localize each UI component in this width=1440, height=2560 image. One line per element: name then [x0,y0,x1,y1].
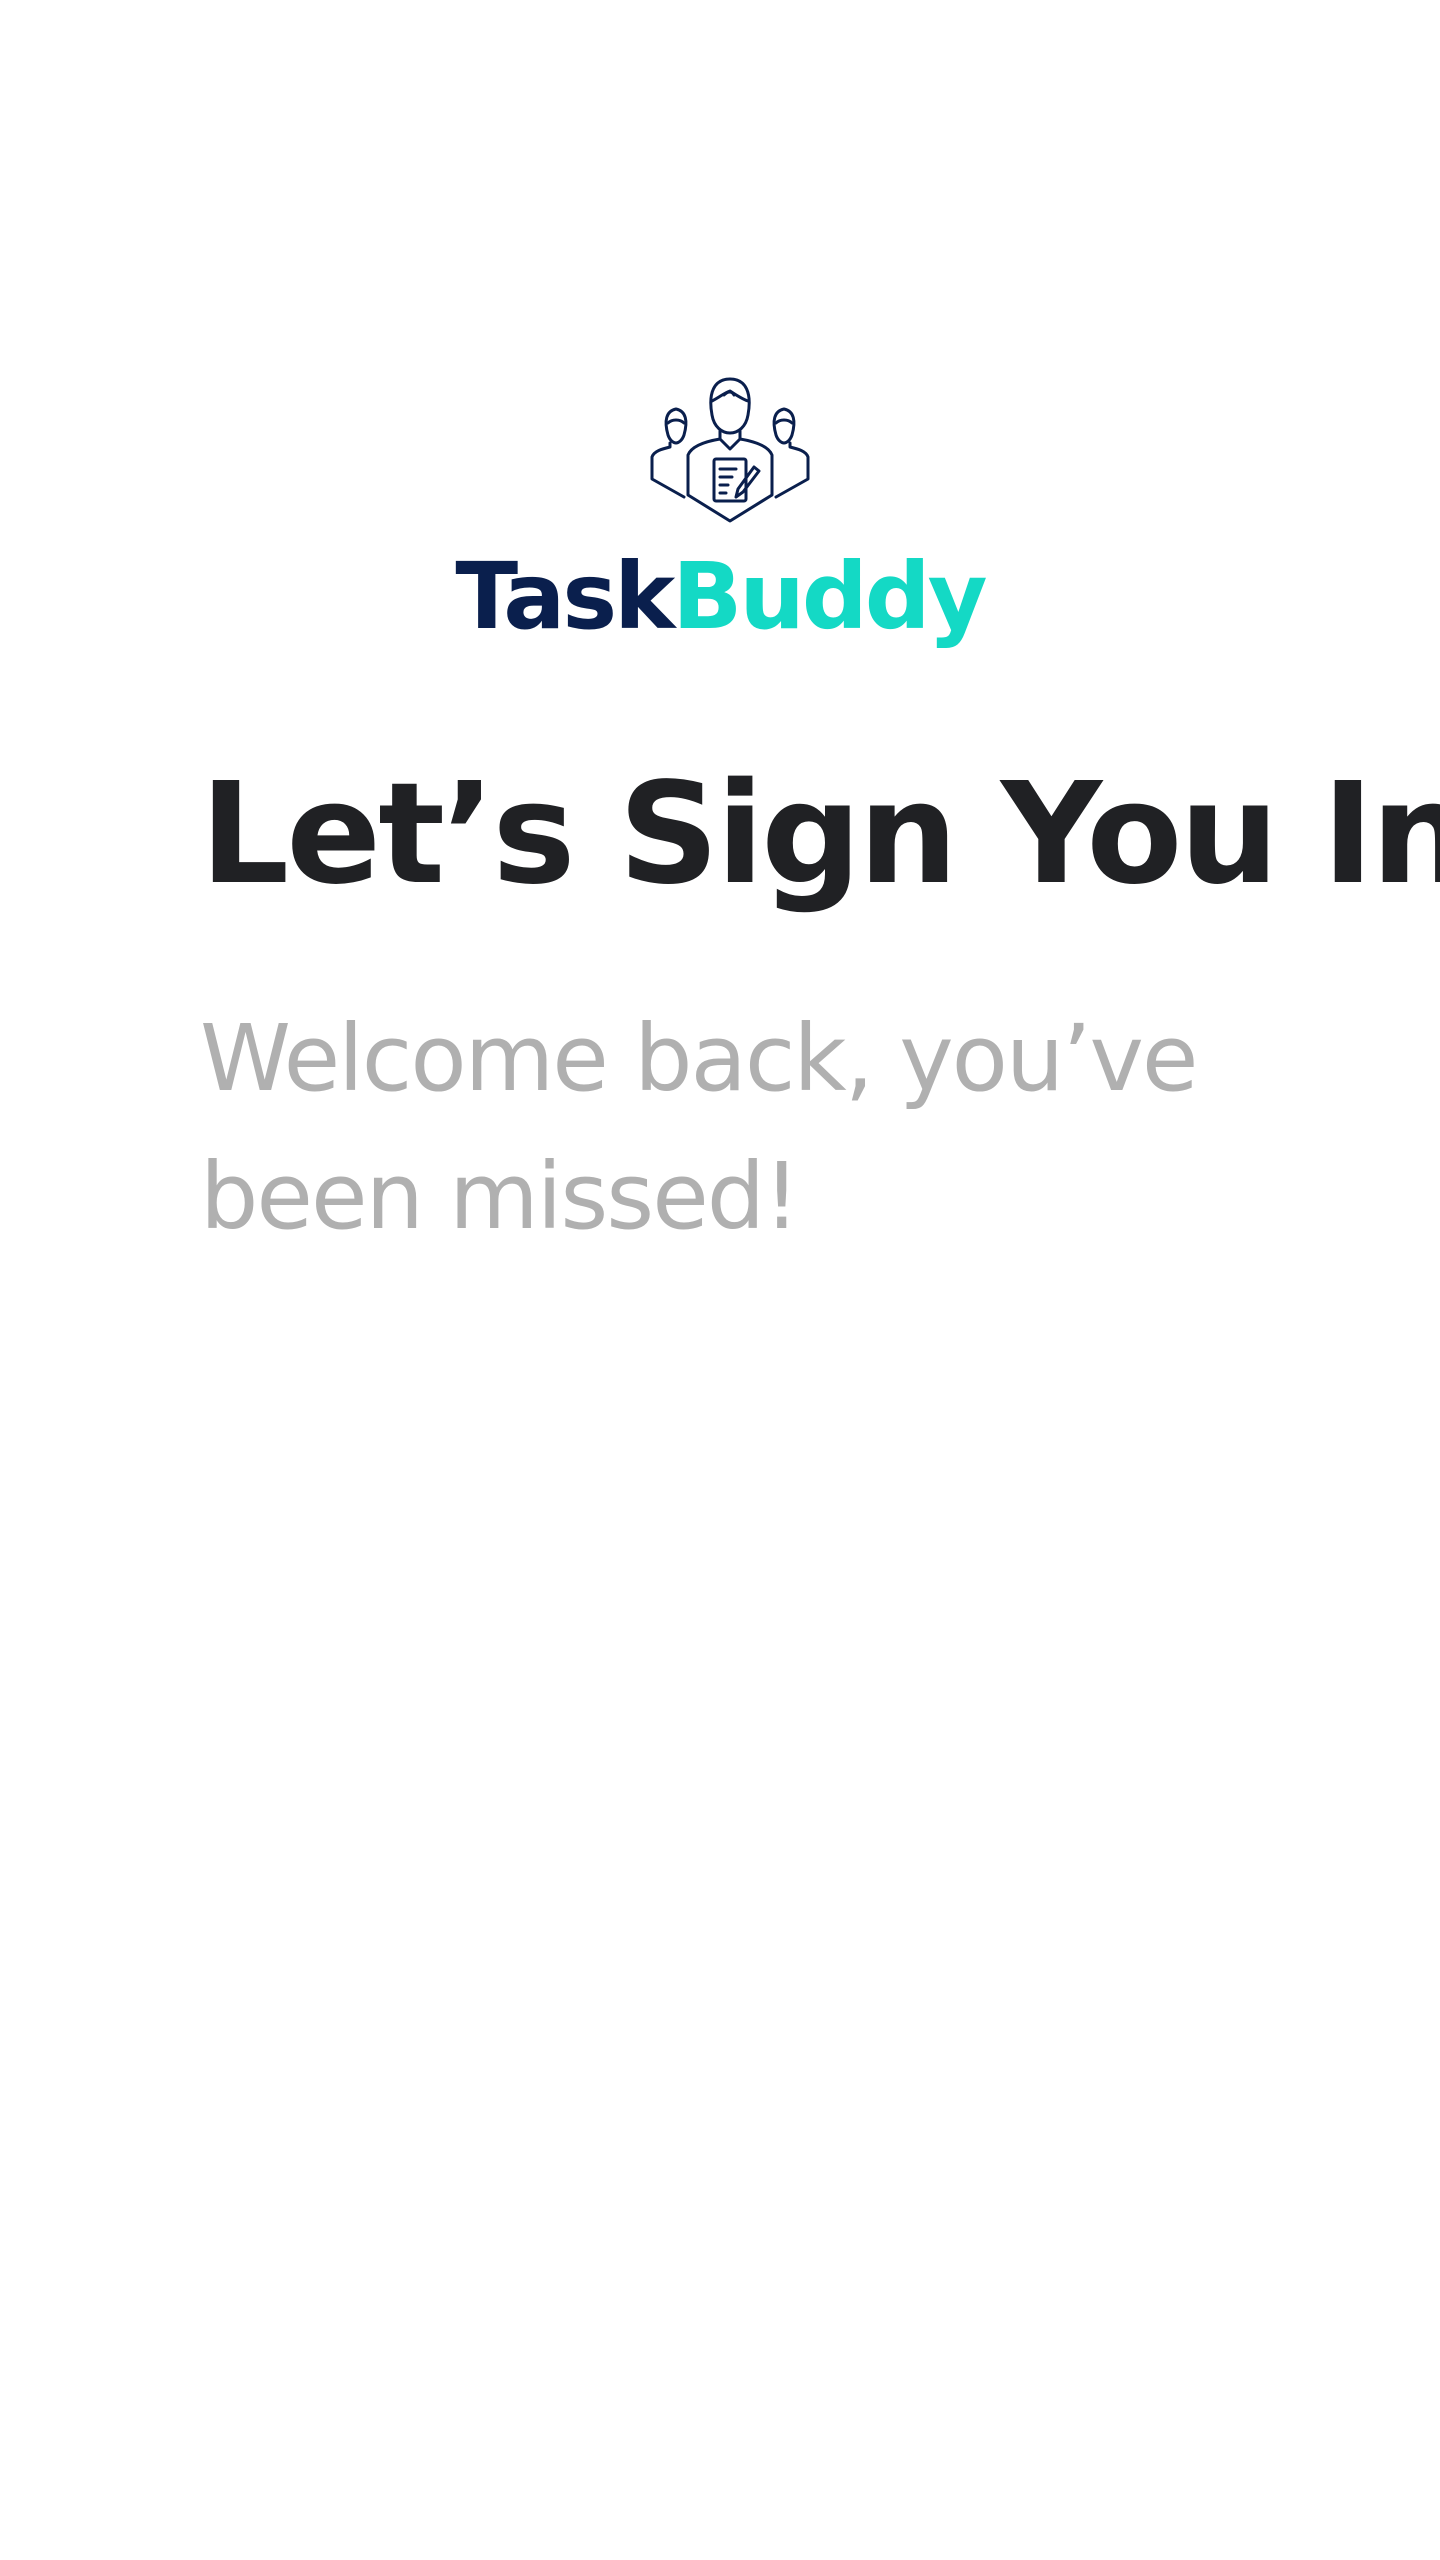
page-title: Let’s Sign You In [200,753,1440,916]
page-subtitle: Welcome back, you’ve been missed! [200,1005,1199,1250]
brand-name-buddy: Buddy [672,543,987,650]
brand-wordmark: TaskBuddy [0,547,1440,647]
team-document-icon [650,377,810,523]
app-logo: TaskBuddy [0,375,1440,655]
sign-in-screen: TaskBuddy Let’s Sign You In Welcome back… [0,0,1440,2560]
brand-name-task: Task [455,543,675,650]
